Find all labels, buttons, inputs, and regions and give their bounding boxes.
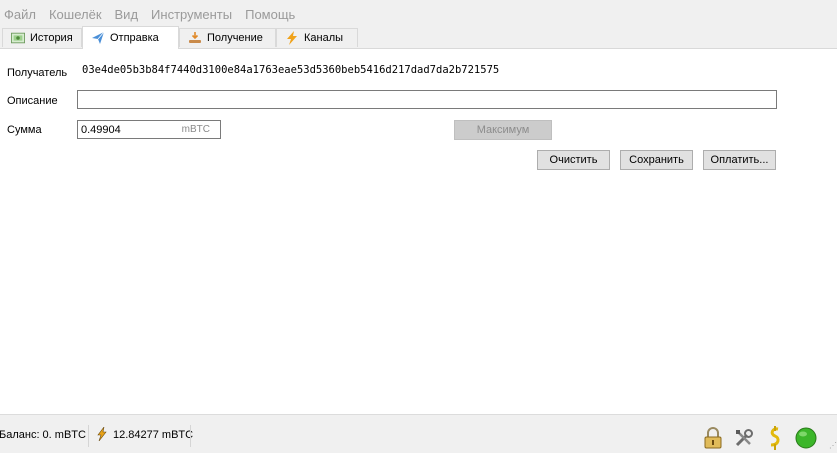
menu-help[interactable]: Помощь [241, 7, 302, 22]
send-icon [91, 31, 105, 45]
status-bar: Баланс: 0. mBTC 12.84277 mBTC ⋰ [0, 414, 837, 450]
clear-button[interactable]: Очистить [537, 150, 610, 170]
lightning-balance-icon [96, 426, 108, 444]
tab-send[interactable]: Отправка [82, 26, 179, 49]
pay-button[interactable]: Оплатить... [703, 150, 776, 170]
balance-text: Баланс: 0. mBTC [0, 429, 86, 441]
amount-input[interactable]: 0.49904 mBTC [77, 120, 221, 139]
tab-history[interactable]: История [2, 28, 82, 47]
tab-channels[interactable]: Каналы [276, 28, 358, 47]
tools-icon[interactable] [731, 423, 757, 453]
recipient-field[interactable]: 03e4de05b3b84f7440d3100e84a1763eae53d536… [82, 64, 499, 76]
lightning-balance-text: 12.84277 mBTC [113, 429, 194, 441]
lock-icon[interactable] [700, 423, 726, 453]
tab-send-label: Отправка [110, 32, 159, 44]
menu-tools[interactable]: Инструменты [147, 7, 239, 22]
menu-bar: Файл Кошелёк Вид Инструменты Помощь [0, 4, 837, 24]
recipient-label: Получатель [7, 67, 68, 79]
status-separator [88, 425, 89, 447]
network-status-icon[interactable] [793, 423, 819, 453]
menu-wallet[interactable]: Кошелёк [45, 7, 109, 22]
receive-icon [188, 31, 202, 45]
description-label: Описание [7, 95, 58, 107]
amount-value: 0.49904 [81, 124, 121, 136]
description-input[interactable] [77, 90, 777, 109]
max-button[interactable]: Максимум [454, 120, 552, 140]
tab-channels-label: Каналы [304, 32, 344, 44]
tab-history-label: История [30, 32, 73, 44]
amount-unit: mBTC [181, 124, 210, 135]
menu-view[interactable]: Вид [111, 7, 146, 22]
menu-file[interactable]: Файл [0, 7, 43, 22]
history-icon [11, 31, 25, 45]
tab-receive[interactable]: Получение [179, 28, 276, 47]
amount-label: Сумма [7, 124, 42, 136]
lightning-icon [285, 31, 299, 45]
status-separator [190, 425, 191, 447]
save-button[interactable]: Сохранить [620, 150, 693, 170]
tab-receive-label: Получение [207, 32, 263, 44]
tab-bar: История Отправка Получение Каналы [0, 26, 837, 49]
send-panel: Получатель 03e4de05b3b84f7440d3100e84a17… [0, 48, 837, 415]
seed-icon[interactable] [762, 423, 788, 453]
